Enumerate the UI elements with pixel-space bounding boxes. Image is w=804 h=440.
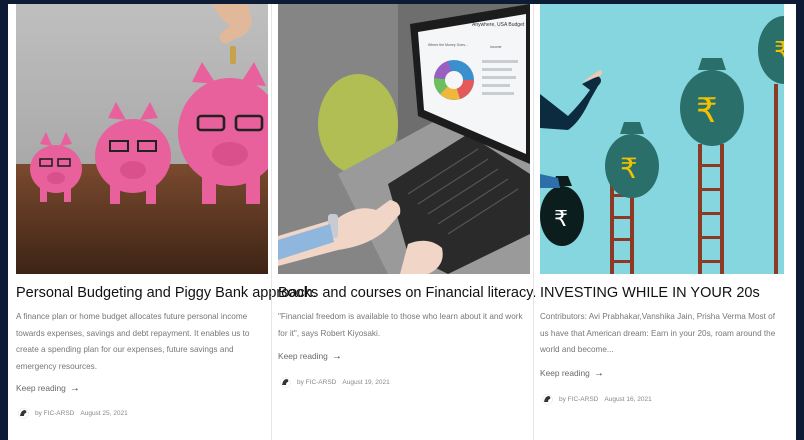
keep-reading-link[interactable]: Keep reading →	[278, 351, 342, 362]
author-avatar-icon	[18, 408, 29, 419]
rupee-symbol-medium: ₹	[620, 152, 638, 185]
rupee-symbol-large: ₹	[696, 91, 718, 131]
post-meta: by FIC-ARSD August 25, 2021	[18, 408, 128, 419]
post-date: August 25, 2021	[80, 410, 128, 417]
screen-heading: Anywhere, USA Budget	[472, 22, 525, 28]
post-title[interactable]: Personal Budgeting and Piggy Bank approa…	[16, 284, 317, 302]
keep-reading-link[interactable]: Keep reading →	[540, 368, 604, 379]
piggy-banks-image[interactable]	[16, 4, 268, 274]
keep-reading-label: Keep reading	[278, 351, 328, 361]
post-excerpt: A finance plan or home budget allocates …	[16, 312, 250, 371]
rupee-bags-ladders-image[interactable]: ₹ ₹ ₹ ₹	[540, 4, 784, 274]
post-author[interactable]: by FIC-ARSD	[35, 410, 74, 417]
keep-reading-label: Keep reading	[540, 368, 590, 378]
arrow-right-icon: →	[593, 368, 604, 379]
post-date: August 16, 2021	[604, 396, 652, 403]
arrow-right-icon: →	[331, 351, 342, 362]
laptop-dashboard-image[interactable]: Anywhere, USA Budget Where the Money Goe…	[278, 4, 530, 274]
post-excerpt: "Financial freedom is available to those…	[278, 312, 523, 338]
post-title[interactable]: Books and courses on Financial literacy.	[278, 284, 536, 302]
blog-posts-panel: Personal Budgeting and Piggy Bank approa…	[8, 4, 796, 440]
post-author[interactable]: by FIC-ARSD	[297, 379, 336, 386]
post-date: August 19, 2021	[342, 379, 390, 386]
post-meta: by FIC-ARSD August 16, 2021	[542, 394, 652, 405]
column-divider	[533, 4, 534, 440]
post-card-financial-literacy: Anywhere, USA Budget Where the Money Goe…	[278, 4, 536, 440]
post-title[interactable]: INVESTING WHILE IN YOUR 20s	[540, 284, 784, 302]
rupee-symbol-top: ₹	[774, 37, 784, 67]
screen-income-label: Income	[490, 45, 502, 49]
screen-subheading: Where the Money Goes...	[428, 43, 468, 47]
post-card-investing-20s: ₹ ₹ ₹ ₹ INVESTING WHILE IN YOUR 20s Cont…	[540, 4, 784, 440]
rupee-symbol-small: ₹	[554, 207, 568, 232]
arrow-right-icon: →	[69, 383, 80, 394]
post-meta: by FIC-ARSD August 19, 2021	[280, 377, 390, 388]
post-excerpt: Contributors: Avi Prabhakar,Vanshika Jai…	[540, 312, 776, 354]
keep-reading-link[interactable]: Keep reading →	[16, 383, 80, 394]
author-avatar-icon	[542, 394, 553, 405]
column-divider	[271, 4, 272, 440]
post-author[interactable]: by FIC-ARSD	[559, 396, 598, 403]
author-avatar-icon	[280, 377, 291, 388]
keep-reading-label: Keep reading	[16, 383, 66, 393]
post-card-budgeting: Personal Budgeting and Piggy Bank approa…	[16, 4, 317, 440]
